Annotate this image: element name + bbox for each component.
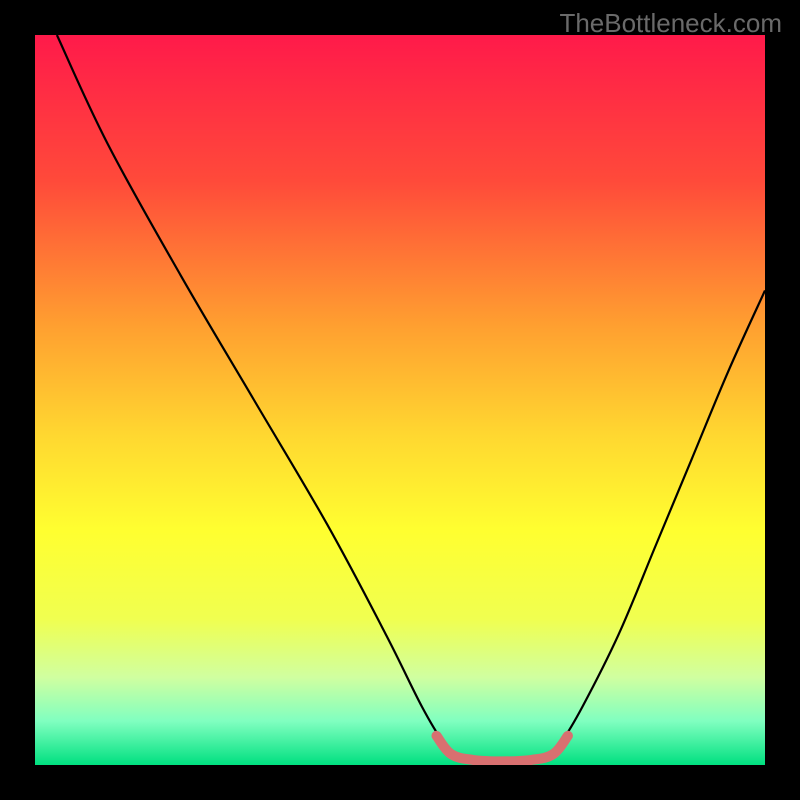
bottleneck-chart (35, 35, 765, 765)
gradient-background (35, 35, 765, 765)
watermark-text: TheBottleneck.com (559, 8, 782, 39)
chart-svg (35, 35, 765, 765)
